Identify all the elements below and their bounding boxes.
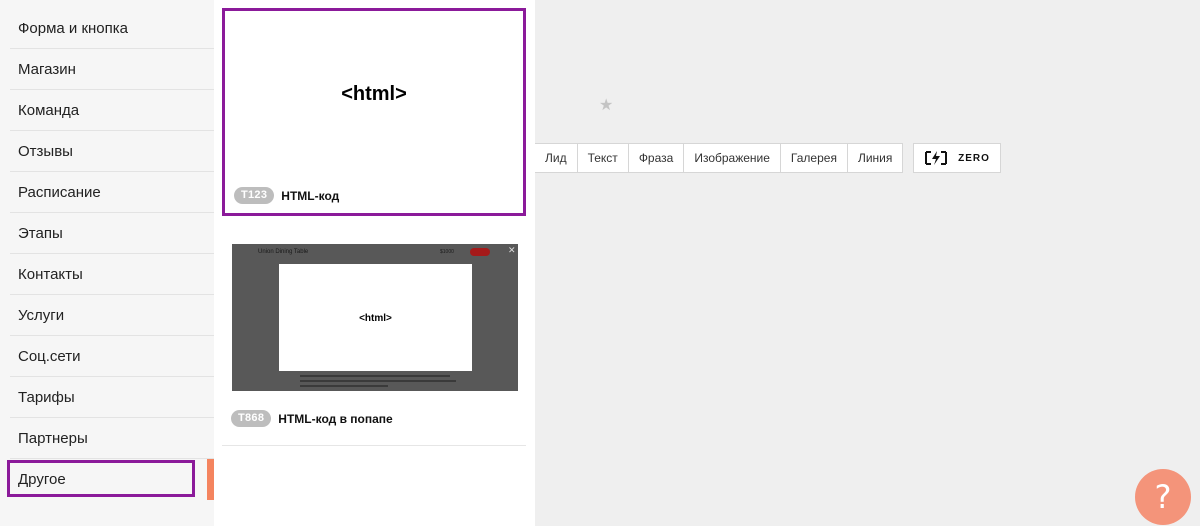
sidebar-item-services[interactable]: Услуги [0, 295, 214, 336]
sidebar-item-label: Отзывы [18, 143, 73, 160]
sidebar-item-form[interactable]: Форма и кнопка [0, 8, 214, 49]
sidebar-item-label: Партнеры [18, 430, 88, 447]
sidebar-item-stages[interactable]: Этапы [0, 213, 214, 254]
type-button-gallery[interactable]: Галерея [781, 144, 848, 172]
block-title: HTML-код в попапе [278, 411, 393, 426]
sidebar-item-label: Другое [18, 471, 66, 488]
type-button-line[interactable]: Линия [848, 144, 902, 172]
block-type-toolbar: Лид Текст Фраза Изображение Галерея Лини… [535, 143, 904, 173]
help-button[interactable]: ? [1135, 469, 1191, 525]
preview-button [470, 248, 490, 256]
block-code-badge: T123 [234, 187, 275, 204]
block-preview-image: Union Dining Table $1000 ✕ <html> [232, 244, 518, 391]
sidebar-item-other[interactable]: Другое [0, 459, 214, 500]
zero-block-button[interactable]: ZERO [913, 143, 1001, 173]
sidebar-item-label: Команда [18, 102, 80, 119]
block-card-t123[interactable]: <html> T123 HTML-код [222, 8, 526, 216]
sidebar-item-label: Расписание [18, 184, 101, 201]
type-button-image[interactable]: Изображение [684, 144, 781, 172]
active-indicator [207, 459, 214, 500]
preview-text-line [300, 380, 456, 382]
block-meta: T868 HTML-код в попапе [231, 410, 393, 427]
sidebar-item-label: Соц.сети [18, 348, 81, 365]
zero-block-icon [925, 151, 948, 165]
preview-header-title: Union Dining Table [258, 249, 309, 255]
preview-text-line [300, 385, 388, 387]
type-button-lead[interactable]: Лид [535, 144, 578, 172]
sidebar-item-label: Контакты [18, 266, 83, 283]
sidebar-item-label: Услуги [18, 307, 65, 324]
block-card-t868[interactable]: Union Dining Table $1000 ✕ <html> T868 H… [222, 236, 526, 446]
category-sidebar: Форма и кнопка Магазин Команда Отзывы Ра… [0, 0, 214, 526]
question-mark-icon: ? [1154, 478, 1172, 516]
sidebar-item-social[interactable]: Соц.сети [0, 336, 214, 377]
type-button-phrase[interactable]: Фраза [629, 144, 685, 172]
sidebar-item-contacts[interactable]: Контакты [0, 254, 214, 295]
block-title: HTML-код [281, 188, 340, 203]
block-preview-text: <html> [341, 83, 407, 105]
sidebar-item-team[interactable]: Команда [0, 90, 214, 131]
sidebar-item-shop[interactable]: Магазин [0, 49, 214, 90]
zero-label: ZERO [958, 152, 990, 164]
sidebar-item-label: Тарифы [18, 389, 75, 406]
star-icon[interactable]: ★ [599, 95, 613, 115]
preview-popup-window: <html> [279, 264, 472, 371]
block-list: <html> T123 HTML-код Union Dining Table … [214, 0, 535, 526]
sidebar-item-reviews[interactable]: Отзывы [0, 131, 214, 172]
sidebar-item-partners[interactable]: Партнеры [0, 418, 214, 459]
sidebar-item-schedule[interactable]: Расписание [0, 172, 214, 213]
sidebar-item-label: Магазин [18, 61, 76, 78]
block-code-badge: T868 [231, 410, 272, 427]
type-button-text[interactable]: Текст [578, 144, 629, 172]
preview-text-line [300, 375, 450, 377]
block-meta: T123 HTML-код [234, 187, 339, 204]
block-preview-text: <html> [359, 313, 392, 324]
sidebar-item-label: Форма и кнопка [18, 20, 129, 37]
close-icon: ✕ [508, 245, 516, 255]
preview-price: $1000 [440, 249, 454, 255]
sidebar-item-label: Этапы [18, 225, 63, 242]
sidebar-item-pricing[interactable]: Тарифы [0, 377, 214, 418]
